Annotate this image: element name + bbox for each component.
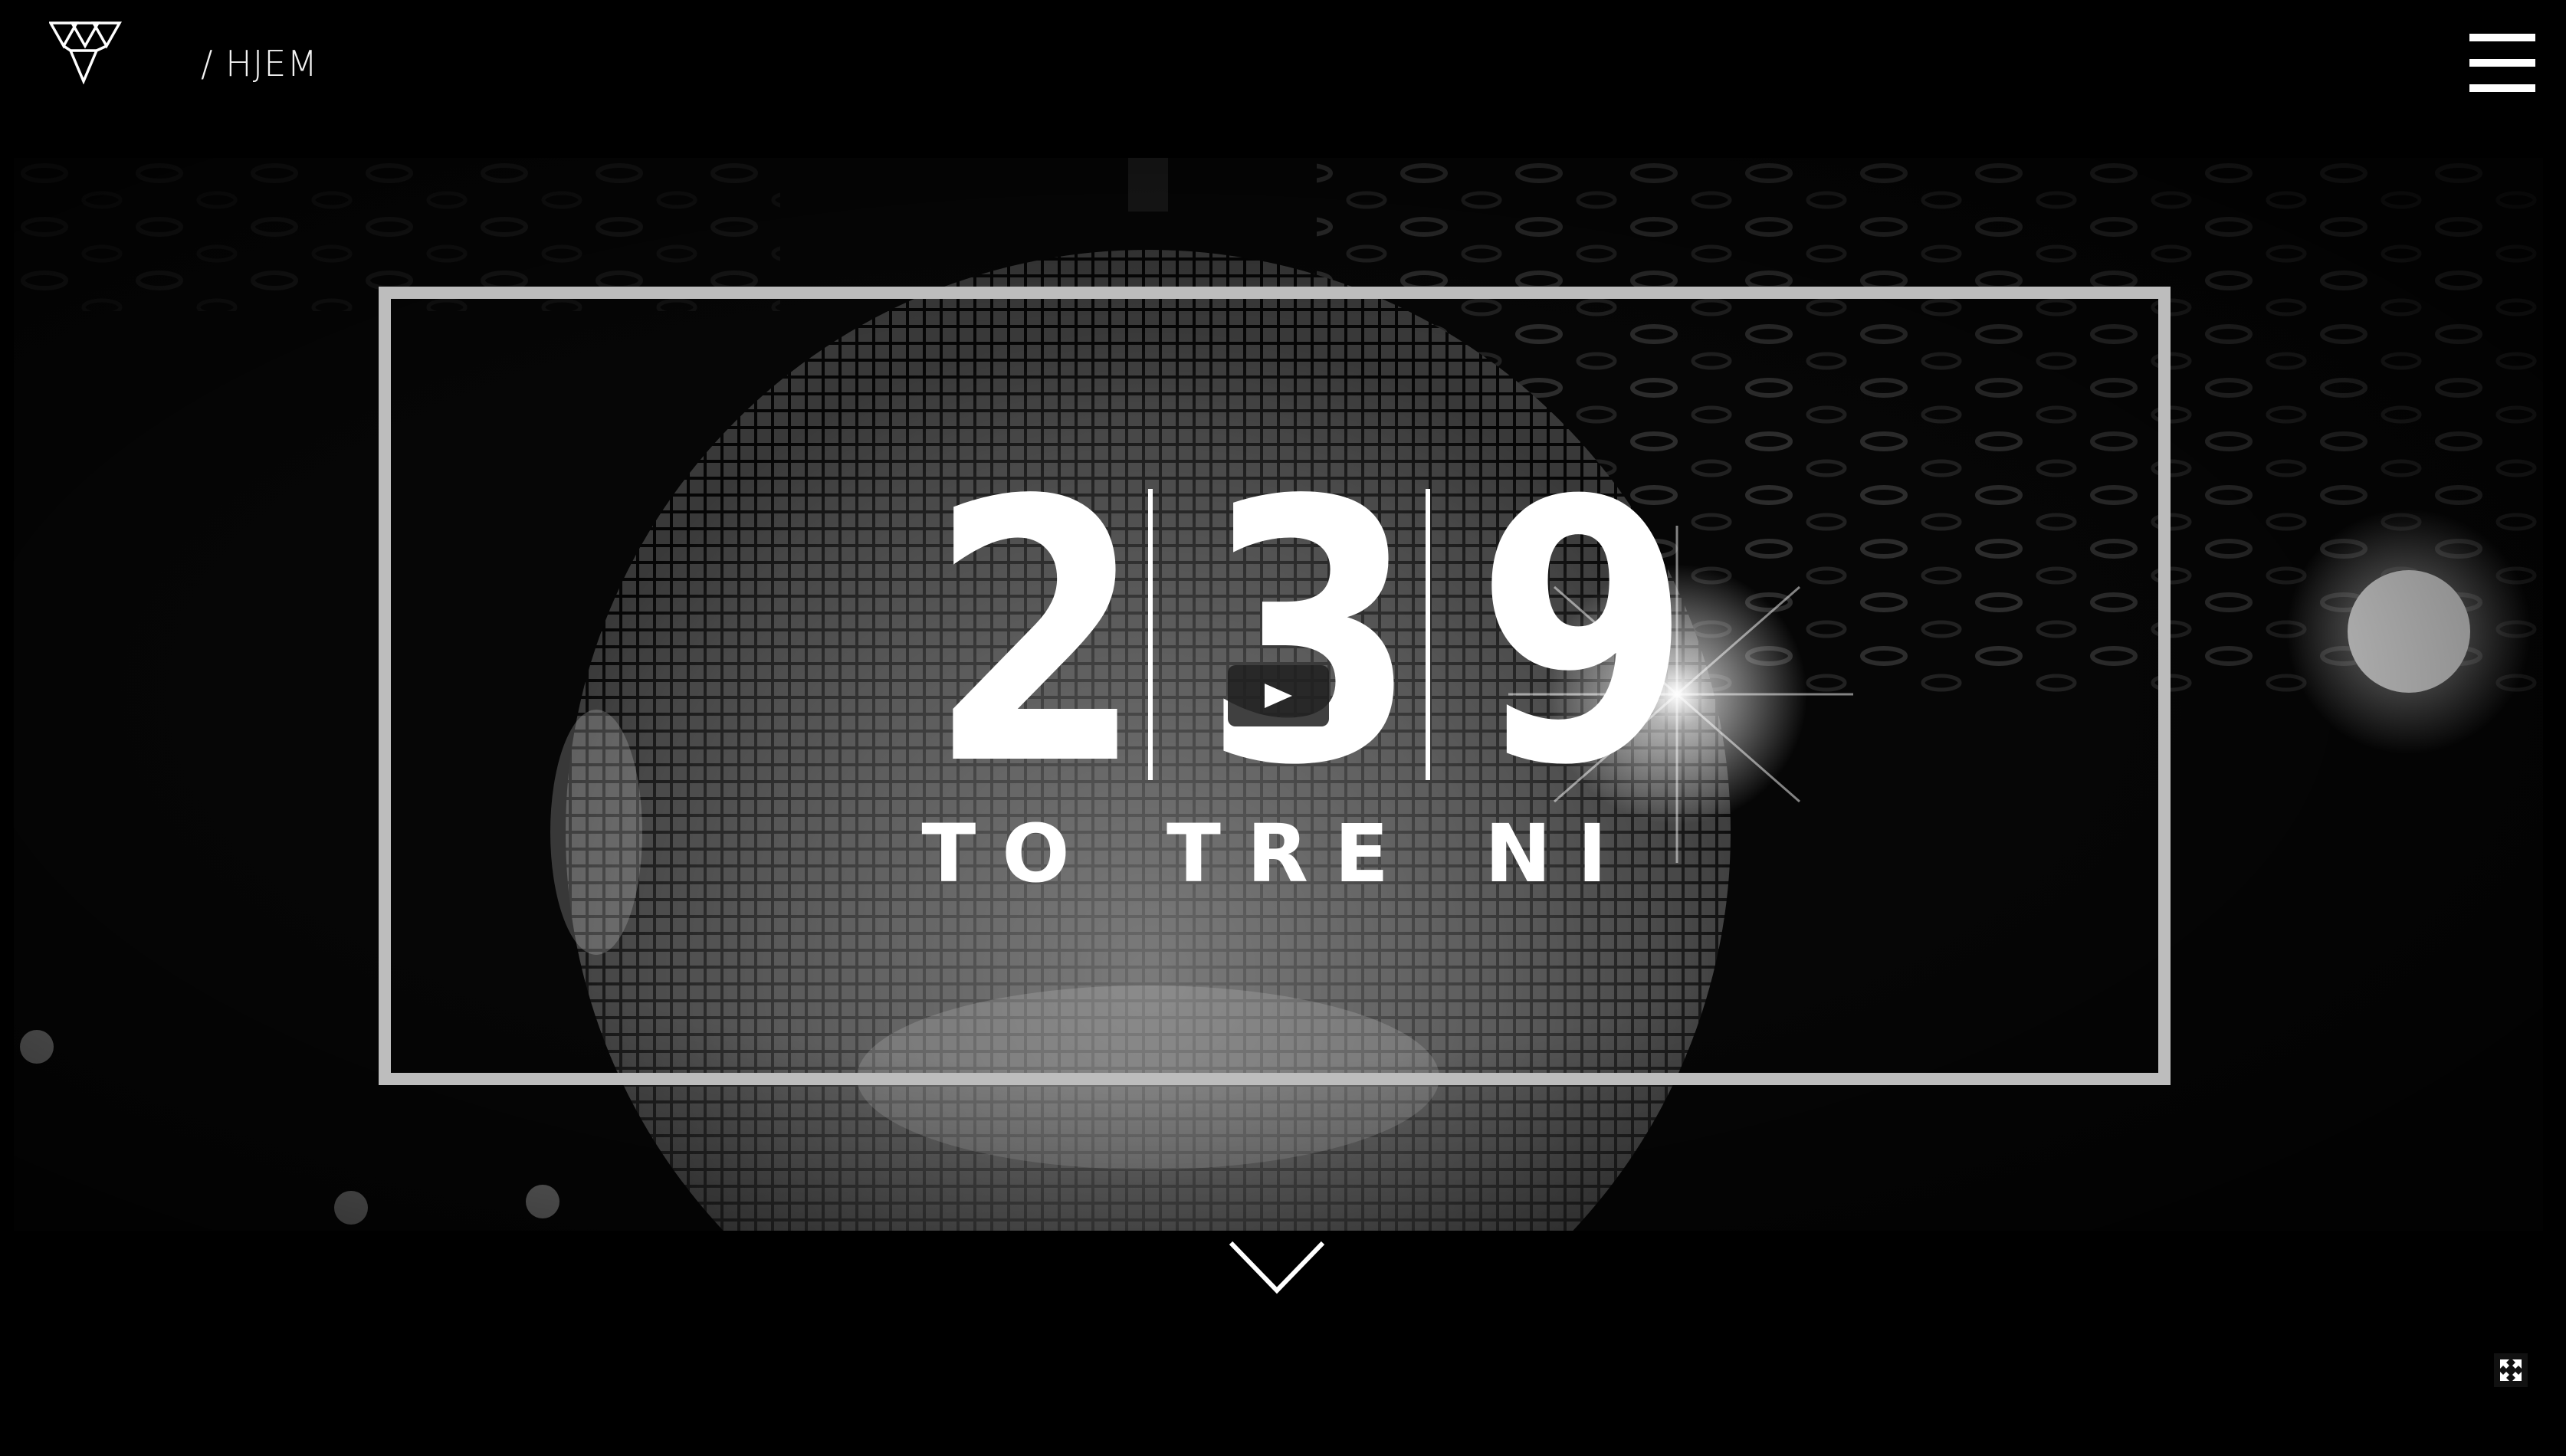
chevron-down-icon[interactable]	[1228, 1240, 1326, 1297]
word-to: TO	[921, 807, 1096, 900]
number-2: 2	[928, 425, 1144, 844]
play-button[interactable]	[1228, 665, 1329, 726]
hamburger-menu-icon[interactable]	[2469, 34, 2535, 92]
number-3: 3	[1203, 425, 1419, 844]
breadcrumb[interactable]: / HJEM	[201, 46, 318, 81]
play-icon	[1265, 684, 1292, 708]
fullscreen-icon[interactable]	[2494, 1353, 2528, 1387]
word-tre: TRE	[1166, 807, 1416, 900]
number-9: 9	[1475, 425, 1692, 844]
word-ni: NI	[1485, 807, 1633, 900]
divider	[1148, 489, 1153, 780]
divider	[1426, 489, 1430, 780]
page: / HJEM 2 3 9 TO TRE NI	[0, 0, 2566, 1456]
triangle-logo-icon[interactable]	[48, 20, 123, 85]
hero-video[interactable]: 2 3 9 TO TRE NI	[14, 158, 2543, 1231]
